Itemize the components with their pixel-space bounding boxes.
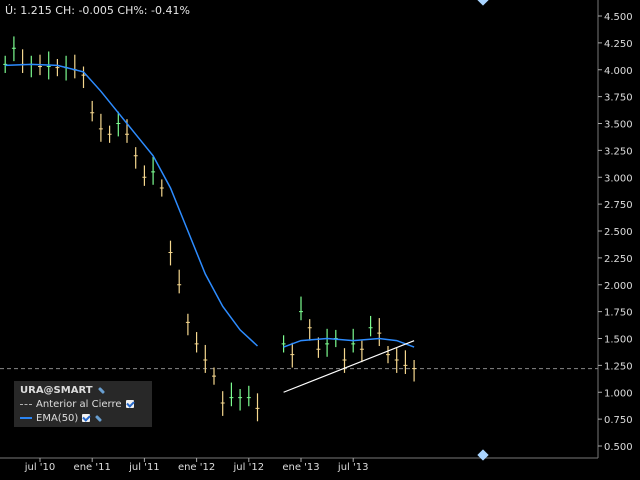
y-tick-label: 3.250 [604,146,633,157]
last-label: Ú: [5,4,17,17]
y-tick-label: 2.250 [604,254,633,265]
legend-symbol-row[interactable]: URA@SMART [20,383,106,397]
y-tick-label: 1.000 [604,388,633,399]
y-tick-label: 4.000 [604,66,633,77]
legend-prev-close-label: Anterior al Cierre [36,398,122,410]
y-tick-label: 1.250 [604,361,633,372]
change-pct-label: CH%: [117,4,148,17]
dashed-line-icon [20,403,32,405]
y-tick-label: 2.750 [604,200,633,211]
y-tick-label: 3.000 [604,173,633,184]
y-tick-label: 1.750 [604,308,633,319]
y-tick-label: 4.500 [604,12,633,23]
x-tick-label: jul '12 [233,462,265,473]
x-tick-label: jul '10 [24,462,56,473]
checkbox-icon[interactable] [82,414,91,422]
change-pct-value: -0.41% [151,4,190,17]
wrench-icon[interactable] [94,414,103,423]
y-tick-label: 2.500 [604,227,633,238]
y-tick-label: 0.500 [604,442,633,453]
price-info: Ú: 1.215 CH: -0.005 CH%: -0.41% [5,4,190,17]
y-tick-label: 0.750 [604,415,633,426]
x-tick-label: jul '11 [128,462,160,473]
legend-ema-row[interactable]: EMA(50) [20,411,103,425]
line-icon [20,417,32,419]
y-tick-label: 2.000 [604,281,633,292]
x-tick-label: ene '11 [74,462,111,473]
y-tick-label: 3.500 [604,120,633,131]
x-tick-label: ene '13 [282,462,319,473]
chart-legend: URA@SMART Anterior al Cierre EMA(50) [14,381,152,427]
y-tick-label: 4.250 [604,39,633,50]
change-label: CH: [55,4,75,17]
y-tick-label: 3.750 [604,93,633,104]
x-tick-label: ene '12 [178,462,215,473]
y-tick-label: 1.500 [604,335,633,346]
legend-symbol: URA@SMART [20,384,93,396]
checkbox-icon[interactable] [125,400,134,408]
legend-prev-close-row[interactable]: Anterior al Cierre [20,397,134,411]
change-value: -0.005 [78,4,114,17]
wrench-icon[interactable] [97,386,106,395]
last-value: 1.215 [20,4,52,17]
legend-ema-label: EMA(50) [36,412,79,424]
x-tick-label: jul '13 [337,462,369,473]
